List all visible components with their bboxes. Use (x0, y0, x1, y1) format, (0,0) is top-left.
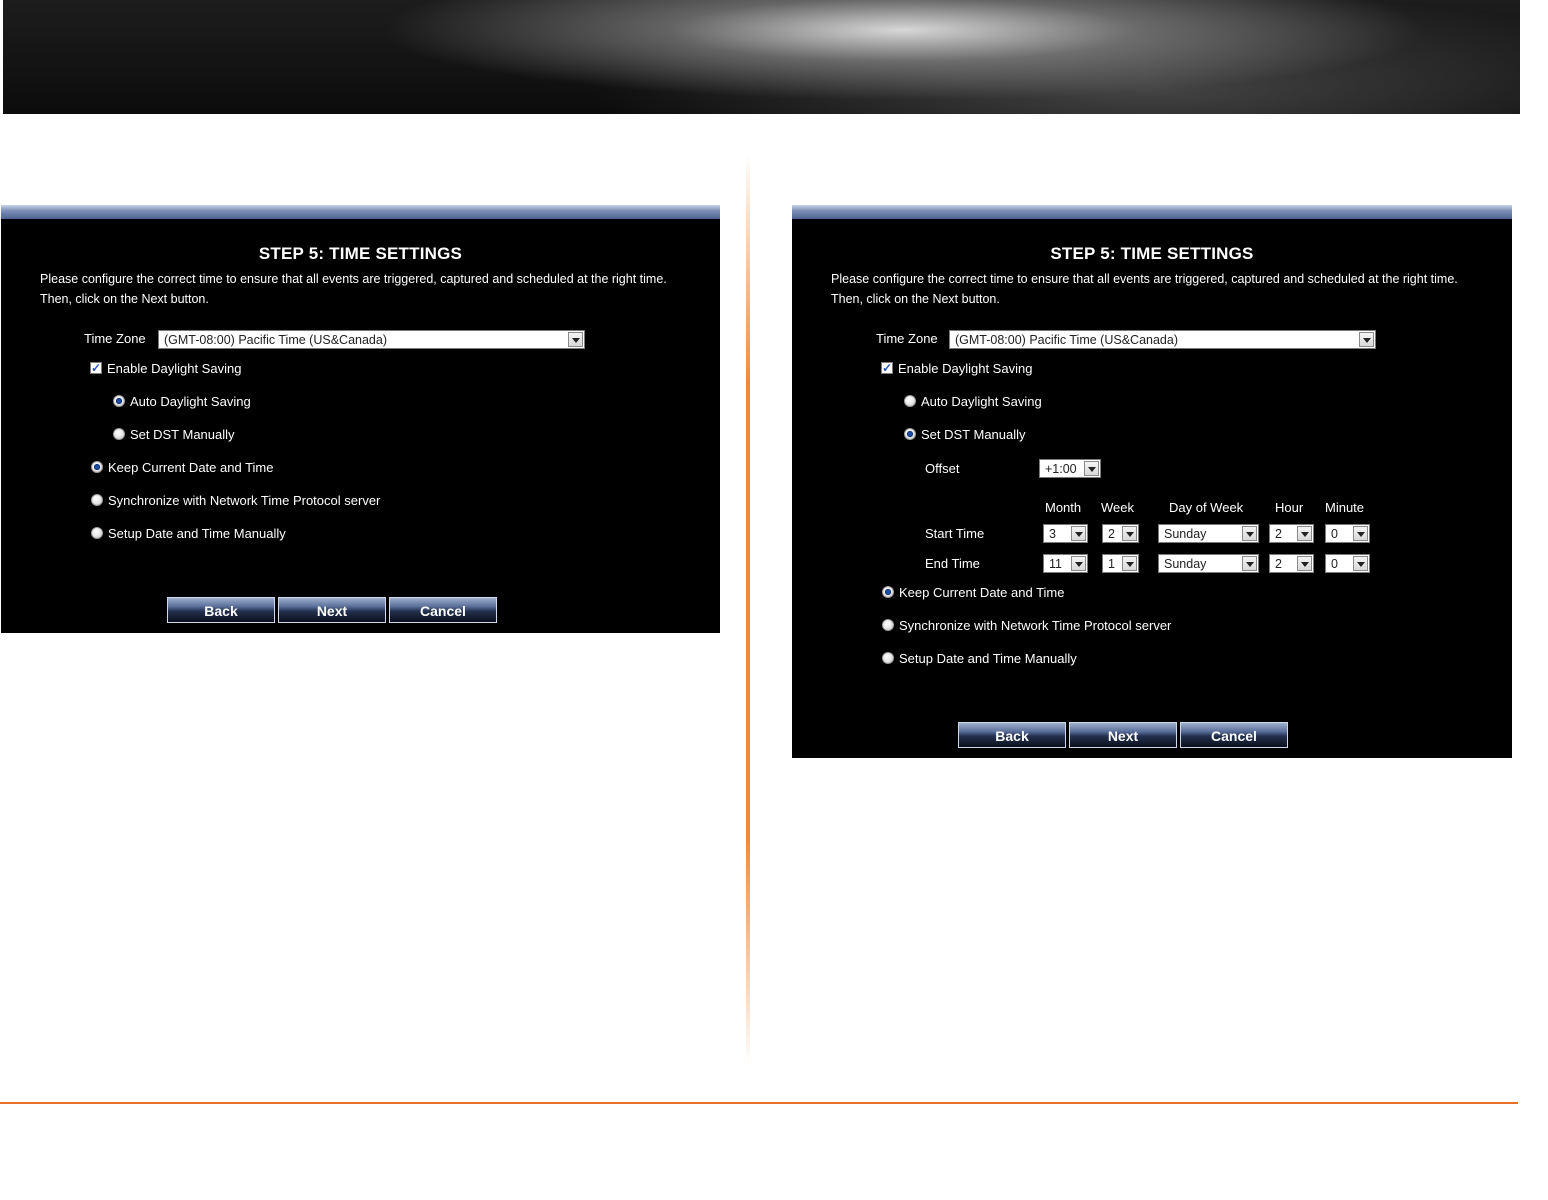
column-header-day-of-week: Day of Week (1169, 500, 1244, 515)
column-header-month: Month (1045, 500, 1082, 515)
start-day-select[interactable]: Sunday (1158, 524, 1259, 543)
offset-label: Offset (925, 461, 960, 476)
offset-select[interactable]: +1:00 (1039, 459, 1101, 478)
next-button[interactable]: Next (278, 597, 386, 623)
ntp-sync-radio[interactable] (91, 494, 103, 506)
end-hour-select[interactable]: 2 (1269, 554, 1314, 573)
description-text: Please configure the correct time to ens… (40, 272, 667, 306)
dropdown-arrow-icon[interactable] (1071, 556, 1086, 571)
panel-title-bar (1, 205, 720, 219)
start-day-value: Sunday (1164, 527, 1207, 541)
column-header-minute: Minute (1325, 500, 1365, 515)
cancel-button[interactable]: Cancel (389, 597, 497, 623)
enable-daylight-saving-label: Enable Daylight Saving (107, 361, 242, 376)
keep-current-time-radio[interactable] (91, 461, 103, 473)
time-settings-panel-left: STEP 5: TIME SETTINGS Please configure t… (1, 205, 720, 633)
vertical-divider (746, 155, 750, 1065)
set-dst-manually-radio[interactable] (113, 428, 125, 440)
dropdown-arrow-icon[interactable] (1242, 556, 1257, 571)
manual-date-time-radio[interactable] (91, 527, 103, 539)
keep-current-time-label: Keep Current Date and Time (899, 585, 1065, 600)
page-title: STEP 5: TIME SETTINGS (258, 244, 463, 263)
ntp-sync-label: Synchronize with Network Time Protocol s… (899, 618, 1172, 633)
end-week-value: 1 (1108, 557, 1115, 571)
panel-title-bar (792, 205, 1512, 219)
time-zone-label: Time Zone (876, 331, 938, 346)
description-text: Please configure the correct time to ens… (831, 272, 1458, 306)
dropdown-arrow-icon[interactable] (1359, 332, 1374, 347)
start-hour-select[interactable]: 2 (1269, 524, 1314, 543)
header-banner (3, 0, 1520, 114)
end-minute-value: 0 (1331, 557, 1338, 571)
column-header-hour: Hour (1275, 500, 1304, 515)
dropdown-arrow-icon[interactable] (1297, 556, 1312, 571)
enable-daylight-saving-checkbox[interactable]: ✓ (90, 362, 102, 374)
dropdown-arrow-icon[interactable] (1297, 526, 1312, 541)
dropdown-arrow-icon[interactable] (568, 332, 583, 347)
dropdown-arrow-icon[interactable] (1084, 461, 1099, 476)
end-week-select[interactable]: 1 (1102, 554, 1139, 573)
dropdown-arrow-icon[interactable] (1122, 556, 1137, 571)
button-row: Back Next Cancel (958, 722, 1290, 748)
auto-daylight-saving-radio[interactable] (113, 395, 125, 407)
manual-date-time-radio[interactable] (882, 652, 894, 664)
auto-daylight-saving-radio[interactable] (904, 395, 916, 407)
dropdown-arrow-icon[interactable] (1242, 526, 1257, 541)
offset-value: +1:00 (1045, 462, 1077, 476)
start-time-label: Start Time (925, 526, 985, 541)
column-header-week: Week (1101, 500, 1134, 515)
start-month-select[interactable]: 3 (1043, 524, 1088, 543)
set-dst-manually-label: Set DST Manually (921, 427, 1026, 442)
dropdown-arrow-icon[interactable] (1122, 526, 1137, 541)
end-month-select[interactable]: 11 (1043, 554, 1088, 573)
end-month-value: 11 (1049, 557, 1062, 571)
cancel-button[interactable]: Cancel (1180, 722, 1288, 748)
keep-current-time-label: Keep Current Date and Time (108, 460, 274, 475)
time-zone-select[interactable]: (GMT-08:00) Pacific Time (US&Canada) (949, 330, 1376, 349)
start-week-select[interactable]: 2 (1102, 524, 1139, 543)
start-minute-select[interactable]: 0 (1325, 524, 1370, 543)
auto-daylight-saving-label: Auto Daylight Saving (921, 394, 1042, 409)
end-hour-value: 2 (1275, 557, 1282, 571)
time-zone-label: Time Zone (84, 331, 146, 346)
ntp-sync-label: Synchronize with Network Time Protocol s… (108, 493, 381, 508)
auto-daylight-saving-label: Auto Daylight Saving (130, 394, 251, 409)
end-minute-select[interactable]: 0 (1325, 554, 1370, 573)
time-zone-select[interactable]: (GMT-08:00) Pacific Time (US&Canada) (158, 330, 585, 349)
set-dst-manually-label: Set DST Manually (130, 427, 235, 442)
start-minute-value: 0 (1331, 527, 1338, 541)
back-button[interactable]: Back (167, 597, 275, 623)
end-day-select[interactable]: Sunday (1158, 554, 1259, 573)
start-week-value: 2 (1108, 527, 1115, 541)
time-zone-value: (GMT-08:00) Pacific Time (US&Canada) (955, 333, 1178, 347)
enable-daylight-saving-label: Enable Daylight Saving (898, 361, 1033, 376)
dropdown-arrow-icon[interactable] (1353, 556, 1368, 571)
start-hour-value: 2 (1275, 527, 1282, 541)
next-button[interactable]: Next (1069, 722, 1177, 748)
set-dst-manually-radio[interactable] (904, 428, 916, 440)
manual-date-time-label: Setup Date and Time Manually (108, 526, 286, 541)
page-title: STEP 5: TIME SETTINGS (1050, 244, 1254, 263)
button-row: Back Next Cancel (167, 597, 499, 623)
enable-daylight-saving-checkbox[interactable]: ✓ (881, 362, 893, 374)
start-month-value: 3 (1049, 527, 1056, 541)
ntp-sync-radio[interactable] (882, 619, 894, 631)
dropdown-arrow-icon[interactable] (1353, 526, 1368, 541)
manual-date-time-label: Setup Date and Time Manually (899, 651, 1077, 666)
keep-current-time-radio[interactable] (882, 586, 894, 598)
end-time-label: End Time (925, 556, 980, 571)
dropdown-arrow-icon[interactable] (1071, 526, 1086, 541)
end-day-value: Sunday (1164, 557, 1207, 571)
back-button[interactable]: Back (958, 722, 1066, 748)
footer-rule (0, 1102, 1518, 1104)
time-zone-value: (GMT-08:00) Pacific Time (US&Canada) (164, 333, 387, 347)
time-settings-panel-right: STEP 5: TIME SETTINGS Please configure t… (792, 205, 1512, 758)
